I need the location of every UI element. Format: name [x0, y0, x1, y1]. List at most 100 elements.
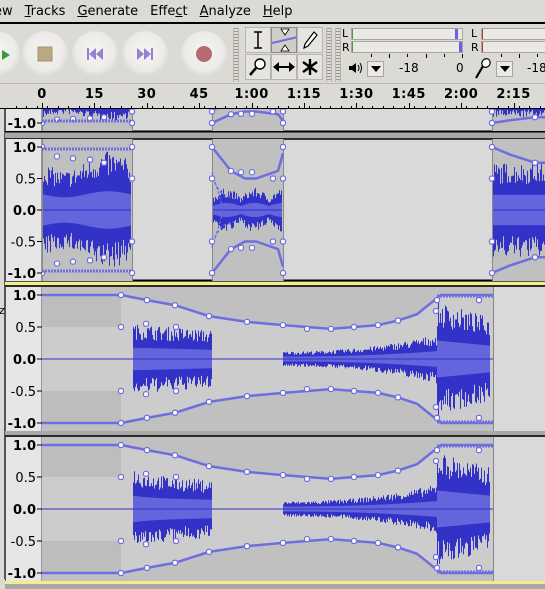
envelope-point[interactable]	[142, 391, 150, 398]
envelope-point[interactable]	[205, 313, 213, 320]
timeshift-tool-button[interactable]	[271, 54, 297, 80]
envelope-point[interactable]	[117, 323, 125, 331]
envelope-point[interactable]	[100, 254, 108, 261]
envelope-point[interactable]	[143, 564, 151, 571]
envelope-point[interactable]	[488, 238, 496, 245]
envelope-point[interactable]	[488, 119, 496, 127]
envelope-point[interactable]	[279, 109, 287, 115]
envelope-point[interactable]	[303, 475, 311, 483]
envelope-point[interactable]	[142, 541, 150, 548]
envelope-point[interactable]	[279, 269, 287, 277]
envelope-point[interactable]	[374, 321, 382, 329]
envelope-point[interactable]	[171, 409, 179, 416]
record-meter-dropdown[interactable]	[496, 61, 513, 77]
envelope-point[interactable]	[227, 245, 235, 253]
envelope-point[interactable]	[86, 257, 94, 264]
envelope-point[interactable]	[475, 414, 483, 421]
envelope-point[interactable]	[279, 175, 287, 182]
stop-button[interactable]	[22, 31, 68, 77]
envelope-point[interactable]	[53, 153, 61, 160]
envelope-point[interactable]	[350, 537, 358, 545]
envelope-point[interactable]	[279, 471, 287, 479]
envelope-point[interactable]	[374, 389, 382, 397]
record-meter-left[interactable]	[481, 28, 545, 40]
playback-meter-dropdown[interactable]	[367, 61, 384, 77]
multi-tool-button[interactable]	[297, 54, 323, 80]
envelope-point[interactable]	[374, 471, 382, 479]
envelope-point[interactable]	[327, 475, 335, 483]
envelope-point[interactable]	[172, 473, 180, 481]
envelope-point[interactable]	[205, 463, 213, 470]
envelope-point[interactable]	[303, 325, 311, 333]
envelope-point[interactable]	[227, 167, 235, 175]
skip-to-end-button[interactable]	[122, 31, 168, 77]
envelope-point[interactable]	[279, 389, 287, 397]
envelope-point[interactable]	[69, 258, 77, 265]
envelope-point[interactable]	[279, 143, 287, 151]
envelope-point[interactable]	[350, 323, 358, 331]
envelope-point[interactable]	[208, 119, 216, 127]
envelope-point[interactable]	[117, 387, 125, 395]
envelope-point[interactable]	[488, 175, 496, 182]
envelope-point[interactable]	[117, 291, 125, 299]
zoom-tool-button[interactable]	[245, 54, 271, 80]
envelope-point[interactable]	[433, 447, 441, 454]
envelope-point[interactable]	[432, 457, 440, 465]
envelope-point[interactable]	[488, 109, 496, 115]
envelope-point[interactable]	[143, 297, 151, 304]
envelope-point[interactable]	[117, 441, 125, 449]
envelope-point[interactable]	[128, 238, 136, 245]
record-button[interactable]	[181, 31, 227, 77]
draw-tool-button[interactable]	[297, 27, 323, 53]
envelope-point[interactable]	[248, 110, 256, 117]
envelope-point[interactable]	[143, 447, 151, 454]
envelope-point[interactable]	[86, 156, 94, 163]
envelope-point[interactable]	[128, 109, 136, 115]
envelope-point[interactable]	[374, 539, 382, 547]
envelope-point[interactable]	[205, 398, 213, 405]
envelope-point[interactable]	[303, 385, 311, 393]
envelope-point[interactable]	[243, 468, 251, 475]
envelope-point[interactable]	[394, 317, 402, 324]
envelope-point[interactable]	[53, 260, 61, 267]
envelope-point[interactable]	[433, 297, 441, 304]
envelope-point[interactable]	[143, 414, 151, 421]
envelope-point[interactable]	[237, 110, 245, 117]
envelope-point[interactable]	[531, 114, 539, 121]
envelope-point[interactable]	[303, 535, 311, 543]
envelope-point[interactable]	[172, 537, 180, 545]
envelope-point[interactable]	[432, 553, 440, 561]
envelope-point[interactable]	[488, 143, 496, 151]
envelope-point[interactable]	[488, 269, 496, 277]
selection-tool-button[interactable]	[245, 27, 271, 53]
envelope-point[interactable]	[117, 537, 125, 545]
envelope-point[interactable]	[279, 321, 287, 329]
envelope-point[interactable]	[475, 297, 483, 304]
envelope-tool-button[interactable]	[271, 27, 297, 53]
envelope-point[interactable]	[327, 325, 335, 333]
envelope-point[interactable]	[279, 539, 287, 547]
play-button[interactable]	[0, 31, 20, 77]
meter-toolbar-gripper[interactable]	[335, 28, 341, 82]
envelope-point[interactable]	[243, 318, 251, 325]
envelope-point[interactable]	[531, 254, 539, 261]
envelope-point[interactable]	[279, 238, 287, 245]
envelope-point[interactable]	[327, 535, 335, 543]
envelope-point[interactable]	[394, 544, 402, 551]
envelope-point[interactable]	[237, 169, 245, 176]
envelope-point[interactable]	[432, 307, 440, 315]
menu-analyze[interactable]: Analyze	[194, 4, 257, 19]
envelope-point[interactable]	[248, 169, 256, 176]
envelope-point[interactable]	[475, 564, 483, 571]
envelope-point[interactable]	[475, 447, 483, 454]
envelope-point[interactable]	[531, 159, 539, 166]
menu-view[interactable]: ew	[0, 4, 19, 19]
envelope-point[interactable]	[128, 175, 136, 182]
waveform-canvas[interactable]: -1.0 1.0 0.5 0.0 -0.5 -1.0 1.0 0.5 0.0 -0.5 -1.0 1.…	[0, 109, 545, 589]
envelope-point[interactable]	[172, 323, 180, 331]
envelope-point[interactable]	[117, 569, 125, 577]
envelope-point[interactable]	[243, 543, 251, 550]
playback-meter-left[interactable]	[351, 28, 463, 40]
envelope-point[interactable]	[208, 238, 216, 245]
envelope-point[interactable]	[208, 143, 216, 151]
